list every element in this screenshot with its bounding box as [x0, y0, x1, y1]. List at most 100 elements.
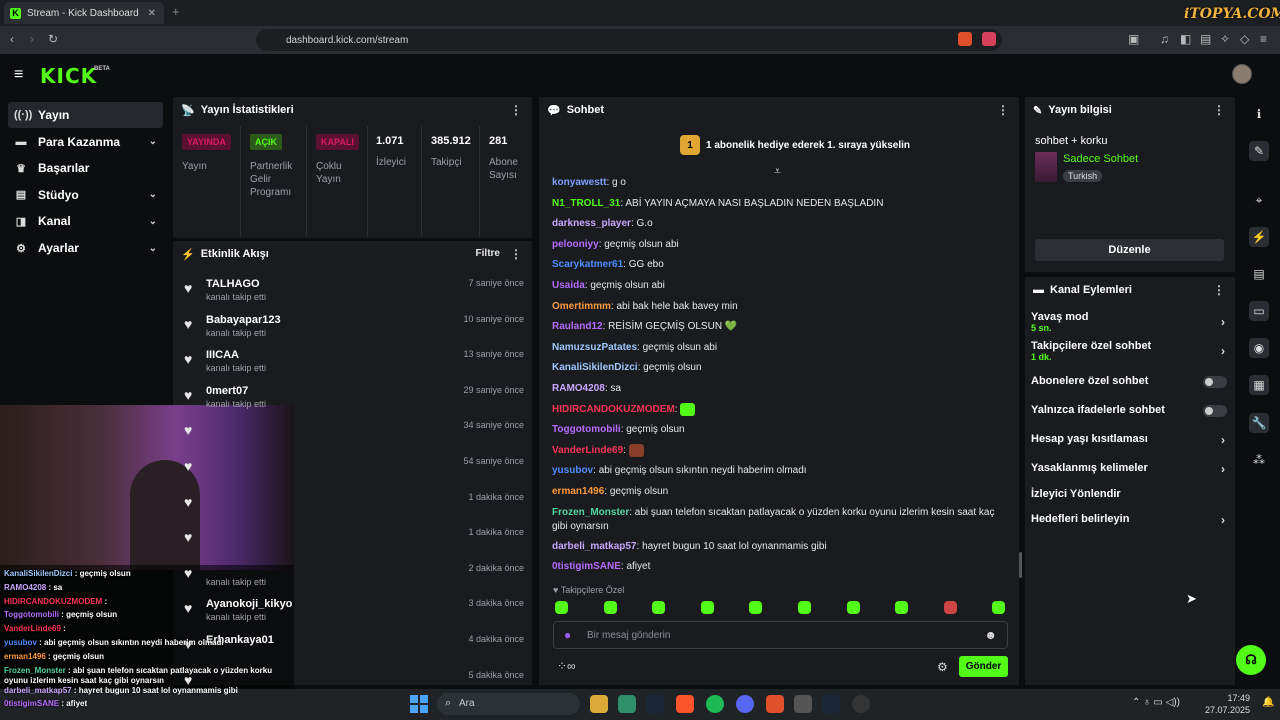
tray-icons[interactable]: ⌃ ♁ ▭ ◁)) — [1132, 697, 1180, 708]
chat-username[interactable]: Usaida — [552, 280, 585, 291]
chat-username[interactable]: yusubov — [552, 465, 593, 476]
brave-icon[interactable] — [676, 695, 694, 713]
back-icon[interactable]: ‹ — [10, 32, 14, 46]
chevron-down-icon[interactable]: ⌄ — [149, 189, 157, 200]
toggle-switch[interactable] — [1203, 405, 1227, 417]
action-item[interactable]: Yasaklanmış kelimeler › — [1031, 462, 1227, 488]
emote-icon[interactable] — [555, 601, 568, 614]
chat-username[interactable]: 0tistigimSANE — [552, 561, 621, 572]
actions-menu-icon[interactable]: ⋮ — [1213, 283, 1225, 297]
toggle-switch[interactable] — [1203, 376, 1227, 388]
list-item[interactable]: ♥ 54 saniye önce — [176, 454, 530, 488]
rewards-icon[interactable] — [982, 32, 996, 46]
sidebar-item-4[interactable]: ▤ Stüdyo ⌄ — [8, 182, 163, 208]
emote-icon[interactable] — [603, 601, 617, 614]
notification-icon[interactable]: 🔔 — [1262, 697, 1274, 708]
emote-icon[interactable] — [798, 601, 811, 614]
list-item[interactable]: ♥ 1 dakika önce — [176, 525, 530, 559]
action-item[interactable]: Yavaş mod 5 sn. › — [1031, 311, 1227, 337]
chat-username[interactable]: Toggotomobili — [552, 424, 621, 435]
discord-icon[interactable] — [736, 695, 754, 713]
chat-username[interactable]: Rauland12 — [552, 321, 603, 332]
settings-app-icon[interactable] — [794, 695, 812, 713]
screenshot-icon[interactable]: ▣ — [1128, 32, 1139, 46]
chat-username[interactable]: N1_TROLL_31 — [552, 198, 620, 209]
sidebar-item-3[interactable]: ♛ Başarılar — [8, 155, 163, 181]
category-link[interactable]: Sadece Sohbet — [1063, 153, 1138, 165]
stats-menu-icon[interactable]: ⋮ — [510, 103, 522, 117]
chat-username[interactable]: HIDIRCANDOKUZMODEM — [552, 404, 675, 415]
chat-input[interactable]: ● Bir mesaj gönderin ☻ — [553, 621, 1008, 649]
emote-icon[interactable] — [895, 601, 909, 614]
avatar[interactable] — [1232, 64, 1252, 84]
chat-username[interactable]: konyawestt — [552, 177, 606, 188]
music-icon[interactable]: ♫ — [1160, 32, 1169, 46]
emote-icon[interactable] — [700, 601, 714, 614]
list-item[interactable]: ♥ Babayapar123 kanalı takip etti 10 saniye … — [176, 312, 530, 346]
new-tab-button[interactable]: + — [172, 4, 180, 19]
sidebar-icon[interactable]: ◧ — [1180, 32, 1191, 46]
file-explorer-icon[interactable] — [590, 695, 608, 713]
chat-username[interactable]: darkness_player — [552, 218, 631, 229]
send-button[interactable]: Gönder — [959, 656, 1008, 677]
chat-username[interactable]: NamuzsuzPatates — [552, 342, 637, 353]
action-item[interactable]: Hedefleri belirleyin › — [1031, 513, 1227, 539]
kick-logo[interactable]: KICK — [40, 64, 97, 88]
chat-username[interactable]: KanaliSikilenDizci — [552, 362, 638, 373]
list-item[interactable]: ♥ IIICAA kanalı takip etti 13 saniye önce — [176, 347, 530, 381]
hamburger-icon[interactable]: ≡ — [14, 66, 23, 84]
chat-username[interactable]: Frozen_Monster — [552, 507, 629, 518]
list-item[interactable]: ♥ 1 dakika önce — [176, 490, 530, 524]
lightning-rail-icon[interactable]: ⚡ — [1249, 227, 1269, 247]
list-item[interactable]: ♥ 0mert07 kanalı takip etti 29 saniye önce — [176, 383, 530, 417]
share-icon[interactable]: ⁂ — [1249, 450, 1269, 470]
forward-icon[interactable]: › — [30, 32, 34, 46]
chevron-down-icon[interactable]: ⌄ — [149, 136, 157, 147]
chat-scrollbar[interactable] — [1019, 552, 1022, 578]
tab-close-icon[interactable]: ✕ — [148, 8, 156, 19]
menu-icon[interactable]: ≡ — [1260, 32, 1267, 46]
action-item[interactable]: Yalnızca ifadelerle sohbet — [1031, 404, 1227, 430]
layout-rail-icon[interactable]: ▦ — [1249, 375, 1269, 395]
sidebar-item-2[interactable]: ▬ Para Kazanma ⌄ — [8, 129, 163, 155]
chat-menu-icon[interactable]: ⋮ — [997, 103, 1009, 117]
emote-icon[interactable] — [943, 601, 957, 614]
chat-username[interactable]: RAMO4208 — [552, 383, 605, 394]
browser-tab[interactable]: K Stream - Kick Dashboard ✕ — [4, 2, 164, 24]
wallet-icon[interactable]: ▤ — [1200, 32, 1211, 46]
points-icon[interactable]: ⁘∞ — [557, 659, 576, 673]
action-item[interactable]: Hesap yaşı kısıtlaması › — [1031, 433, 1227, 459]
app-icon[interactable] — [766, 695, 784, 713]
list-item[interactable]: ♥ 34 saniye önce — [176, 418, 530, 452]
brave-shield-icon[interactable] — [958, 32, 972, 46]
vpn-icon[interactable]: ◇ — [1240, 32, 1249, 46]
emote-icon[interactable] — [652, 601, 666, 614]
chat-username[interactable]: darbeli_matkap57 — [552, 541, 637, 552]
emote-icon[interactable] — [992, 601, 1006, 614]
wrench-rail-icon[interactable]: 🔧 — [1249, 413, 1269, 433]
mic-icon[interactable]: ● — [564, 628, 571, 642]
action-item[interactable]: Abonelere özel sohbet — [1031, 375, 1227, 401]
support-icon[interactable]: ☊ — [1236, 645, 1266, 675]
chat-username[interactable]: VanderLinde69 — [552, 445, 623, 456]
chat-username[interactable]: erman1496 — [552, 486, 604, 497]
activity-menu-icon[interactable]: ⋮ — [510, 247, 522, 261]
sidebar-item-5[interactable]: ◨ Kanal ⌄ — [8, 208, 163, 234]
edit-rail-icon[interactable]: ✎ — [1249, 141, 1269, 161]
info-icon[interactable]: ℹ — [1249, 104, 1269, 124]
chevron-down-icon[interactable]: ⌄ — [149, 243, 157, 254]
chat-username[interactable]: Omertimmm — [552, 301, 611, 312]
sidebar-item-1[interactable]: ((·)) Yayın — [8, 102, 163, 128]
broadcast-rail-icon[interactable]: ◉ — [1249, 338, 1269, 358]
action-item[interactable]: Takipçilere özel sohbet 1 dk. › — [1031, 340, 1227, 366]
target-icon[interactable]: ⌖ — [1249, 190, 1269, 210]
chevron-down-icon[interactable]: ⌄ — [149, 216, 157, 227]
reload-icon[interactable]: ↻ — [48, 32, 58, 46]
steam-2-icon[interactable] — [822, 695, 840, 713]
obs-icon[interactable] — [852, 695, 870, 713]
copilot-icon[interactable] — [618, 695, 636, 713]
filter-button[interactable]: Filtre — [476, 248, 500, 259]
emoji-icon[interactable]: ☻ — [984, 628, 997, 642]
ai-icon[interactable]: ✧ — [1220, 32, 1230, 46]
action-item[interactable]: İzleyici Yönlendir — [1031, 488, 1227, 514]
